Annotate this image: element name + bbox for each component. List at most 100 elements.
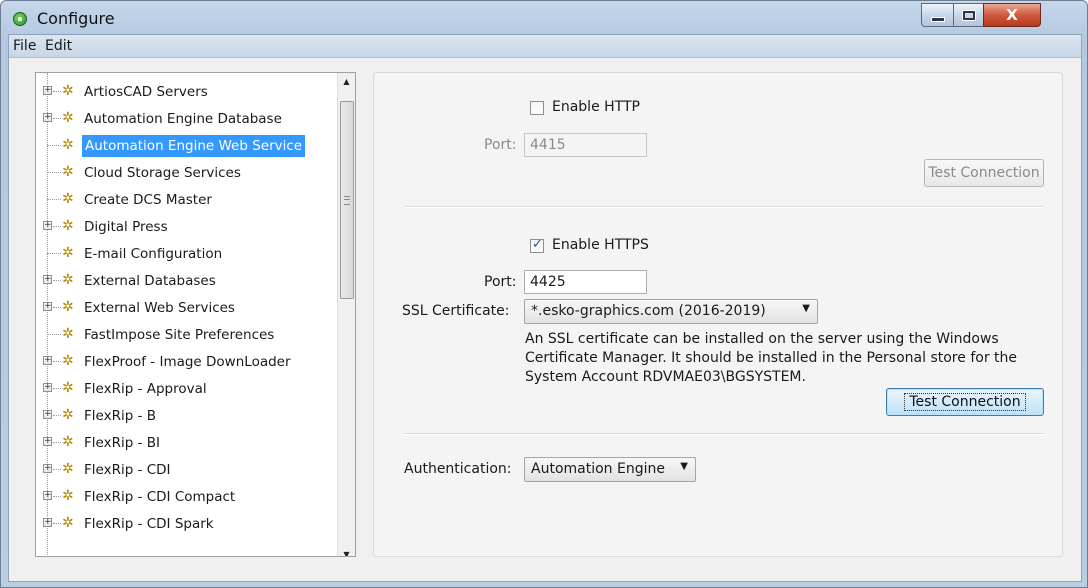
tree-connector [47,253,61,254]
expand-plus-icon[interactable]: + [43,410,52,419]
window-title: Configure [37,9,115,28]
tree-item[interactable]: + ✲ FlexRip - CDI Compact [36,484,338,510]
expand-plus-icon[interactable]: + [43,437,52,446]
close-icon: X [1006,6,1018,24]
expand-plus-icon[interactable]: + [43,275,52,284]
tree-item[interactable]: + ✲ Digital Press [36,214,338,240]
enable-http-checkbox[interactable] [530,101,544,115]
close-button[interactable]: X [983,3,1041,27]
tree-item[interactable]: + ✲ FlexProof - Image DownLoader [36,349,338,375]
https-test-connection-button[interactable]: Test Connection [886,388,1044,416]
authentication-label: Authentication: [404,461,512,477]
tree-item[interactable]: + ✲ External Web Services [36,295,338,321]
tree-connector [53,307,61,308]
expand-plus-icon[interactable]: + [43,491,52,500]
tree-item[interactable]: ✲ Create DCS Master [36,187,338,213]
gear-icon: ✲ [62,353,74,369]
ssl-certificate-label: SSL Certificate: [402,303,510,319]
tree-item-label: FastImpose Site Preferences [84,327,275,343]
minimize-button[interactable] [921,3,954,27]
divider [404,433,1044,434]
http-test-connection-button[interactable]: Test Connection [924,159,1044,187]
tree-item-label: FlexRip - CDI [84,462,171,478]
gear-icon: ✲ [62,434,74,450]
gear-icon: ✲ [62,515,74,531]
gear-icon: ✲ [62,488,74,504]
https-port-label: Port: [484,274,517,290]
gear-icon: ✲ [62,83,74,99]
enable-https-checkbox[interactable] [530,237,544,253]
tree-item[interactable]: ✲ FastImpose Site Preferences [36,322,338,348]
configure-window: Configure X File Edit + ✲ ArtiosCAD Server… [0,0,1088,588]
settings-tree[interactable]: + ✲ ArtiosCAD Servers + ✲ Automation Engine D… [35,72,356,557]
expand-plus-icon[interactable]: + [43,302,52,311]
http-port-field[interactable]: 4415 [524,133,647,157]
tree-connector [53,469,61,470]
gear-icon: ✲ [62,380,74,396]
expand-plus-icon[interactable]: + [43,383,52,392]
expand-plus-icon[interactable]: + [43,221,52,230]
gear-icon: ✲ [62,245,74,261]
scroll-down-arrow-icon[interactable]: ▼ [338,546,355,556]
tree-item-label: Cloud Storage Services [84,165,241,181]
expand-plus-icon[interactable]: + [43,113,52,122]
tree-connector [53,388,61,389]
maximize-icon [962,10,975,20]
expand-plus-icon[interactable]: + [43,86,52,95]
scroll-up-arrow-icon[interactable]: ▲ [338,73,355,90]
tree-item-label: External Databases [84,273,216,289]
client-area: File Edit + ✲ ArtiosCAD Servers + ✲ Automatio… [8,34,1082,582]
tree-item[interactable]: ✲ E-mail Configuration [36,241,338,267]
scroll-thumb[interactable] [340,101,354,299]
tree-item-label: FlexRip - BI [84,435,160,451]
tree-item[interactable]: ✲ Automation Engine Web Service [36,133,338,159]
tree-item[interactable]: + ✲ FlexRip - CDI [36,457,338,483]
gear-icon: ✲ [62,272,74,288]
tree-connector [53,118,61,119]
gear-icon: ✲ [62,218,74,234]
gear-icon: ✲ [62,191,74,207]
tree-item[interactable]: + ✲ External Databases [36,268,338,294]
tree-connector [53,280,61,281]
tree-item-label: FlexProof - Image DownLoader [84,354,291,370]
expand-plus-icon[interactable]: + [43,518,52,527]
expand-plus-icon[interactable]: + [43,356,52,365]
gear-icon: ✲ [62,407,74,423]
tree-connector [53,523,61,524]
dropdown-arrow-icon: ▼ [802,303,810,314]
expand-plus-icon[interactable]: + [43,464,52,473]
https-port-field[interactable]: 4425 [524,270,647,294]
menu-file[interactable]: File [13,38,36,54]
grip-icon [344,196,350,205]
ssl-certificate-select[interactable]: *.esko-graphics.com (2016-2019) ▼ [524,299,818,324]
divider [404,206,1044,207]
tree-item[interactable]: + ✲ ArtiosCAD Servers [36,79,338,105]
tree-connector [53,91,61,92]
https-test-connection-label: Test Connection [904,393,1026,411]
menu-edit[interactable]: Edit [45,38,72,54]
ssl-certificate-value: *.esko-graphics.com (2016-2019) [531,303,766,319]
tree-item[interactable]: ✲ Cloud Storage Services [36,160,338,186]
tree-connector [53,442,61,443]
tree-item[interactable]: + ✲ FlexRip - BI [36,430,338,456]
enable-http-label: Enable HTTP [552,99,640,115]
title-bar[interactable]: Configure X [1,1,1087,35]
tree-item-label: FlexRip - CDI Spark [84,516,214,532]
tree-item[interactable]: + ✲ FlexRip - CDI Spark [36,511,338,537]
enable-https-label: Enable HTTPS [552,237,649,253]
minimize-icon [930,16,945,22]
gear-icon: ✲ [62,110,74,126]
tree-item[interactable]: + ✲ FlexRip - B [36,403,338,429]
tree-item-label: Automation Engine Web Service [82,135,306,157]
tree-item-label: Digital Press [84,219,168,235]
tree-scrollbar[interactable]: ▲ ▼ [337,73,355,556]
maximize-button[interactable] [953,3,984,27]
gear-icon: ✲ [62,326,74,342]
tree-connector [47,145,61,146]
tree-item[interactable]: + ✲ FlexRip - Approval [36,376,338,402]
tree-connector [47,172,61,173]
gear-icon: ✲ [62,461,74,477]
tree-item[interactable]: + ✲ Automation Engine Database [36,106,338,132]
ssl-note-line-2: Certificate Manager. It should be instal… [525,350,1017,366]
authentication-select[interactable]: Automation Engine ▼ [524,457,696,482]
